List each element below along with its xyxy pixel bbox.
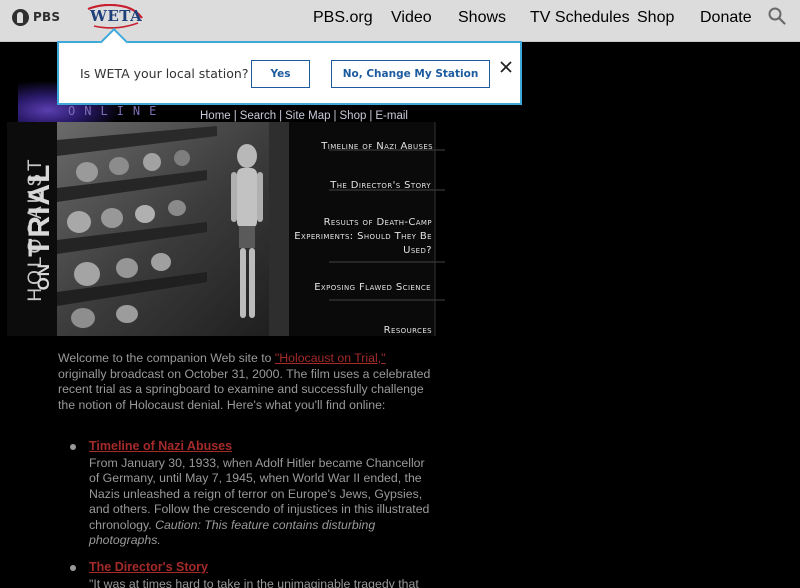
title-trial: TRIAL: [23, 163, 56, 257]
feature-link-timeline[interactable]: Timeline of Nazi Abuses: [89, 439, 232, 455]
link-separator: |: [369, 110, 373, 122]
banner-link-directors-story[interactable]: The Director's Story: [290, 179, 431, 193]
holocaust-on-trial-link[interactable]: "Holocaust on Trial,": [275, 351, 386, 365]
feature-text-directors-story: "It was at times hard to take in the uni…: [89, 576, 419, 588]
banner-link-resources[interactable]: Resources: [290, 324, 432, 338]
title-on: ON: [34, 262, 53, 291]
site-link-email[interactable]: E-mail: [375, 110, 408, 122]
banner-link-death-camp-experiments[interactable]: Results of Death-Camp Experiments: Shoul…: [290, 216, 432, 258]
nav-tv-schedules[interactable]: TV Schedules: [530, 9, 630, 27]
search-icon[interactable]: [768, 7, 786, 25]
list-item: The Director's Story "It was at times ha…: [70, 560, 436, 588]
list-item: Timeline of Nazi Abuses From January 30,…: [70, 439, 436, 549]
pbs-logo-text: PBS: [33, 10, 61, 24]
bullet-icon: [70, 444, 76, 450]
nav-shows[interactable]: Shows: [458, 9, 506, 27]
vertical-title-trial-wrap: ON TRIAL: [22, 122, 58, 336]
nav-video[interactable]: Video: [391, 9, 432, 27]
site-links: Home | Search | Site Map | Shop | E-mail: [200, 110, 408, 122]
title-on-trial: ON TRIAL: [23, 127, 57, 327]
intro-paragraph: Welcome to the companion Web site to "Ho…: [58, 351, 434, 413]
banner-link-flawed-science[interactable]: Exposing Flawed Science: [290, 281, 431, 295]
pbs-logo[interactable]: PBS: [12, 8, 60, 26]
site-link-home[interactable]: Home: [200, 110, 231, 122]
pbs-head-icon: [12, 8, 29, 26]
close-icon[interactable]: [499, 60, 513, 74]
online-wordmark: ONLINE: [68, 104, 166, 118]
bullet-icon: [70, 565, 76, 571]
link-separator: |: [333, 110, 337, 122]
weta-logo[interactable]: WETA: [86, 4, 146, 32]
weta-logo-text: WETA: [90, 7, 143, 25]
intro-text-end: originally broadcast on October 31, 2000…: [58, 366, 431, 412]
nav-pbs-org[interactable]: PBS.org: [313, 9, 373, 27]
station-question: Is WETA your local station?: [80, 66, 249, 81]
local-station-popup: Is WETA your local station? Yes No, Chan…: [57, 27, 522, 105]
banner-photo: [57, 122, 289, 336]
feature-description: From January 30, 1933, when Adolf Hitler…: [89, 456, 436, 549]
intro-text-start: Welcome to the companion Web site to: [58, 351, 275, 365]
link-separator: |: [279, 110, 283, 122]
nav-shop[interactable]: Shop: [637, 9, 674, 27]
feature-link-directors-story[interactable]: The Director's Story: [89, 560, 208, 576]
banner-link-timeline[interactable]: Timeline of Nazi Abuses: [290, 140, 433, 154]
site-link-site-map[interactable]: Site Map: [285, 110, 330, 122]
nav-donate[interactable]: Donate: [700, 9, 752, 27]
site-link-shop[interactable]: Shop: [340, 110, 367, 122]
site-link-search[interactable]: Search: [240, 110, 276, 122]
change-station-button[interactable]: No, Change My Station: [331, 60, 490, 88]
link-separator: |: [233, 110, 237, 122]
camp-barracks-photo: [57, 122, 289, 336]
yes-button[interactable]: Yes: [251, 60, 310, 88]
